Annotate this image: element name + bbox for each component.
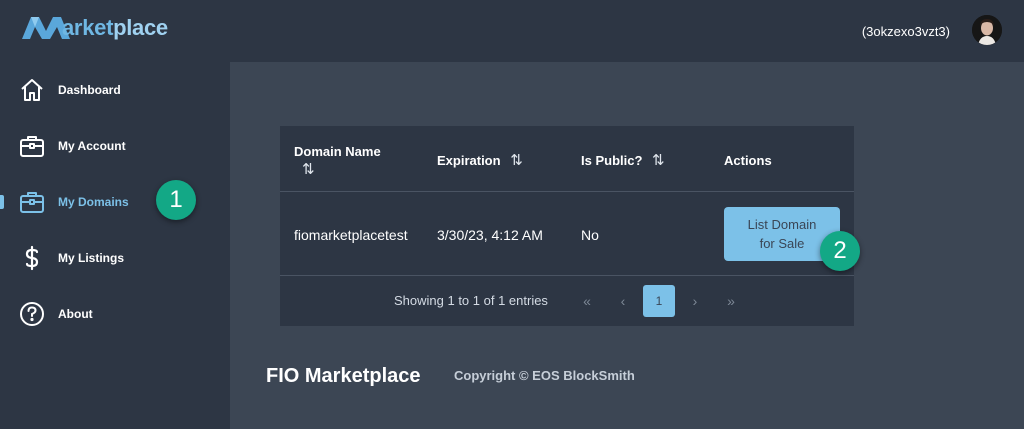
sidebar-item-my-listings[interactable]: My Listings	[0, 238, 230, 278]
briefcase-icon	[20, 192, 44, 213]
button-label-line2: for Sale	[759, 236, 805, 251]
footer-copyright: Copyright © EOS BlockSmith	[454, 368, 635, 383]
sidebar-item-label: My Listings	[58, 251, 125, 265]
sort-icon[interactable]: ⇅	[302, 161, 315, 178]
logo-text: arketplace	[62, 15, 168, 41]
column-header-domain-name[interactable]: Domain Name ⇅	[294, 143, 381, 179]
cell-expiration: 3/30/23, 4:12 AM	[437, 227, 543, 243]
next-page-button[interactable]: ›	[679, 285, 711, 317]
question-circle-icon	[20, 302, 44, 326]
briefcase-icon	[20, 136, 44, 157]
cell-is-public: No	[581, 227, 599, 243]
column-header-actions: Actions	[724, 153, 772, 168]
avatar-photo	[972, 15, 1002, 45]
marketplace-logo[interactable]: arketplace	[22, 15, 168, 41]
previous-page-button[interactable]: ‹	[607, 285, 639, 317]
column-header-label: Domain Name	[294, 144, 381, 159]
column-header-label: Is Public?	[581, 153, 643, 168]
pagination-info: Showing 1 to 1 of 1 entries	[394, 293, 548, 308]
column-header-label: Expiration	[437, 153, 501, 168]
cell-domain-name: fiomarketplacetest	[294, 227, 408, 243]
avatar[interactable]	[972, 15, 1002, 45]
sidebar: Dashboard My Account My Domains My Listi…	[0, 62, 230, 429]
logo-suffix: place	[113, 15, 168, 40]
last-page-button[interactable]: »	[715, 285, 747, 317]
sort-icon[interactable]: ⇅	[652, 152, 665, 169]
step-badge-1: 1	[156, 180, 196, 220]
sidebar-item-label: About	[58, 307, 93, 321]
sidebar-item-label: My Account	[58, 139, 126, 153]
domains-table: Domain Name ⇅ Expiration ⇅ Is Public? ⇅ …	[280, 126, 854, 326]
step-badge-2: 2	[820, 231, 860, 271]
dollar-icon	[25, 245, 39, 271]
sidebar-item-my-account[interactable]: My Account	[0, 126, 230, 166]
table-header: Domain Name ⇅ Expiration ⇅ Is Public? ⇅ …	[280, 126, 854, 192]
button-label-line1: List Domain	[747, 217, 817, 232]
logo-prefix: arket	[62, 15, 114, 40]
sort-icon[interactable]: ⇅	[510, 152, 523, 169]
column-header-is-public[interactable]: Is Public? ⇅	[581, 151, 665, 169]
sidebar-item-label: Dashboard	[58, 83, 121, 97]
row-divider	[280, 275, 854, 276]
first-page-button[interactable]: «	[571, 285, 603, 317]
sidebar-item-dashboard[interactable]: Dashboard	[0, 70, 230, 110]
home-icon	[21, 79, 43, 101]
user-account-name[interactable]: (3okzexo3vzt3)	[862, 24, 950, 39]
sidebar-item-about[interactable]: About	[0, 294, 230, 334]
top-bar: arketplace (3okzexo3vzt3)	[0, 0, 1024, 62]
sidebar-item-label: My Domains	[58, 195, 129, 209]
column-header-expiration[interactable]: Expiration ⇅	[437, 151, 523, 169]
page-1-button[interactable]: 1	[643, 285, 675, 317]
footer-title: FIO Marketplace	[266, 365, 421, 387]
